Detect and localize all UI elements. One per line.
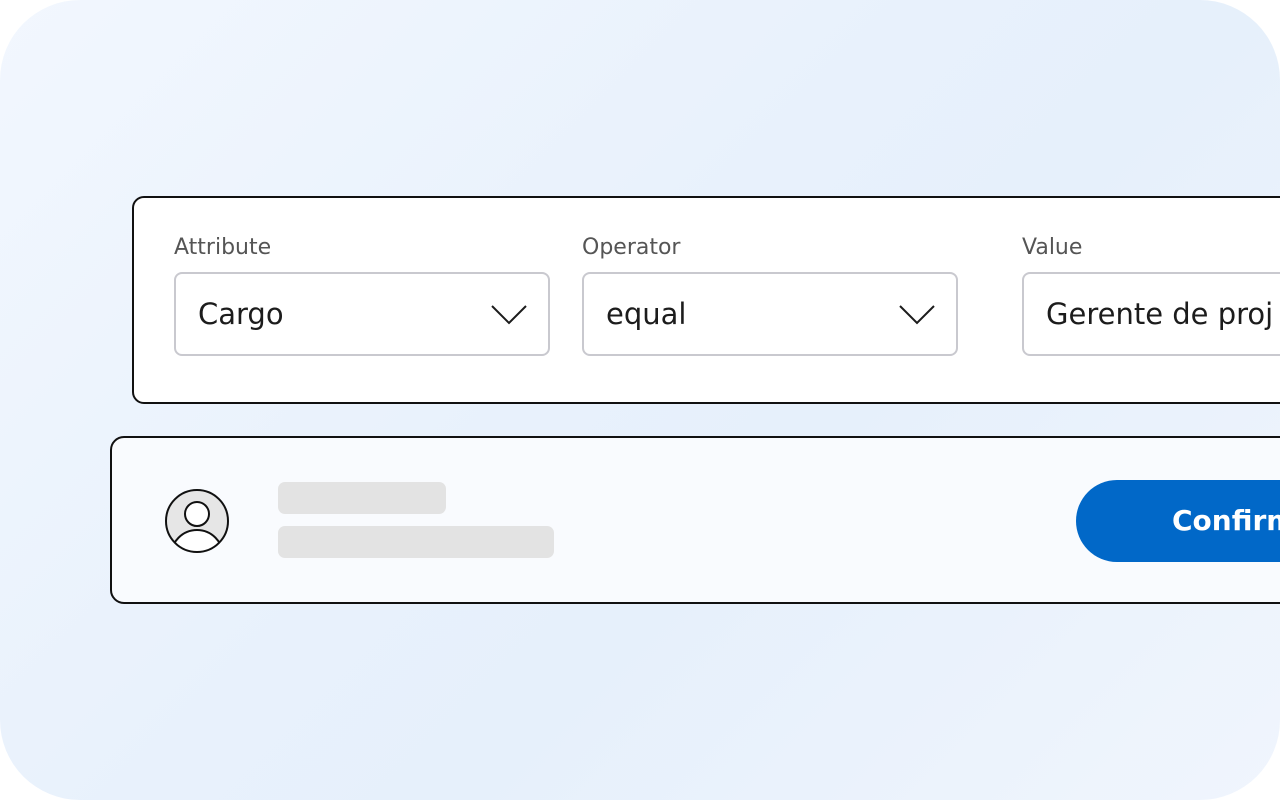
user-row-card: Confirm (110, 436, 1280, 604)
user-avatar-icon (165, 489, 229, 553)
name-placeholder (278, 482, 446, 514)
operator-label: Operator (582, 235, 681, 260)
chevron-down-icon (491, 305, 527, 325)
value-input-text: Gerente de proj (1046, 297, 1274, 331)
attribute-selected-value: Cargo (198, 297, 284, 331)
operator-selected-value: equal (606, 297, 687, 331)
operator-select[interactable]: equal (582, 272, 958, 356)
detail-placeholder (278, 526, 554, 558)
chevron-down-icon (899, 305, 935, 325)
operator-field: Operator equal (582, 232, 958, 356)
filter-rule-card: Attribute Cargo Operator equal Value Ger… (132, 196, 1280, 404)
value-label: Value (1022, 235, 1083, 260)
value-input[interactable]: Gerente de proj (1022, 272, 1280, 356)
attribute-label: Attribute (174, 235, 272, 260)
confirm-button[interactable]: Confirm (1076, 480, 1280, 562)
value-field: Value Gerente de proj (1022, 232, 1280, 356)
attribute-select[interactable]: Cargo (174, 272, 550, 356)
background-canvas: Attribute Cargo Operator equal Value Ger… (0, 0, 1280, 800)
attribute-field: Attribute Cargo (174, 232, 550, 356)
